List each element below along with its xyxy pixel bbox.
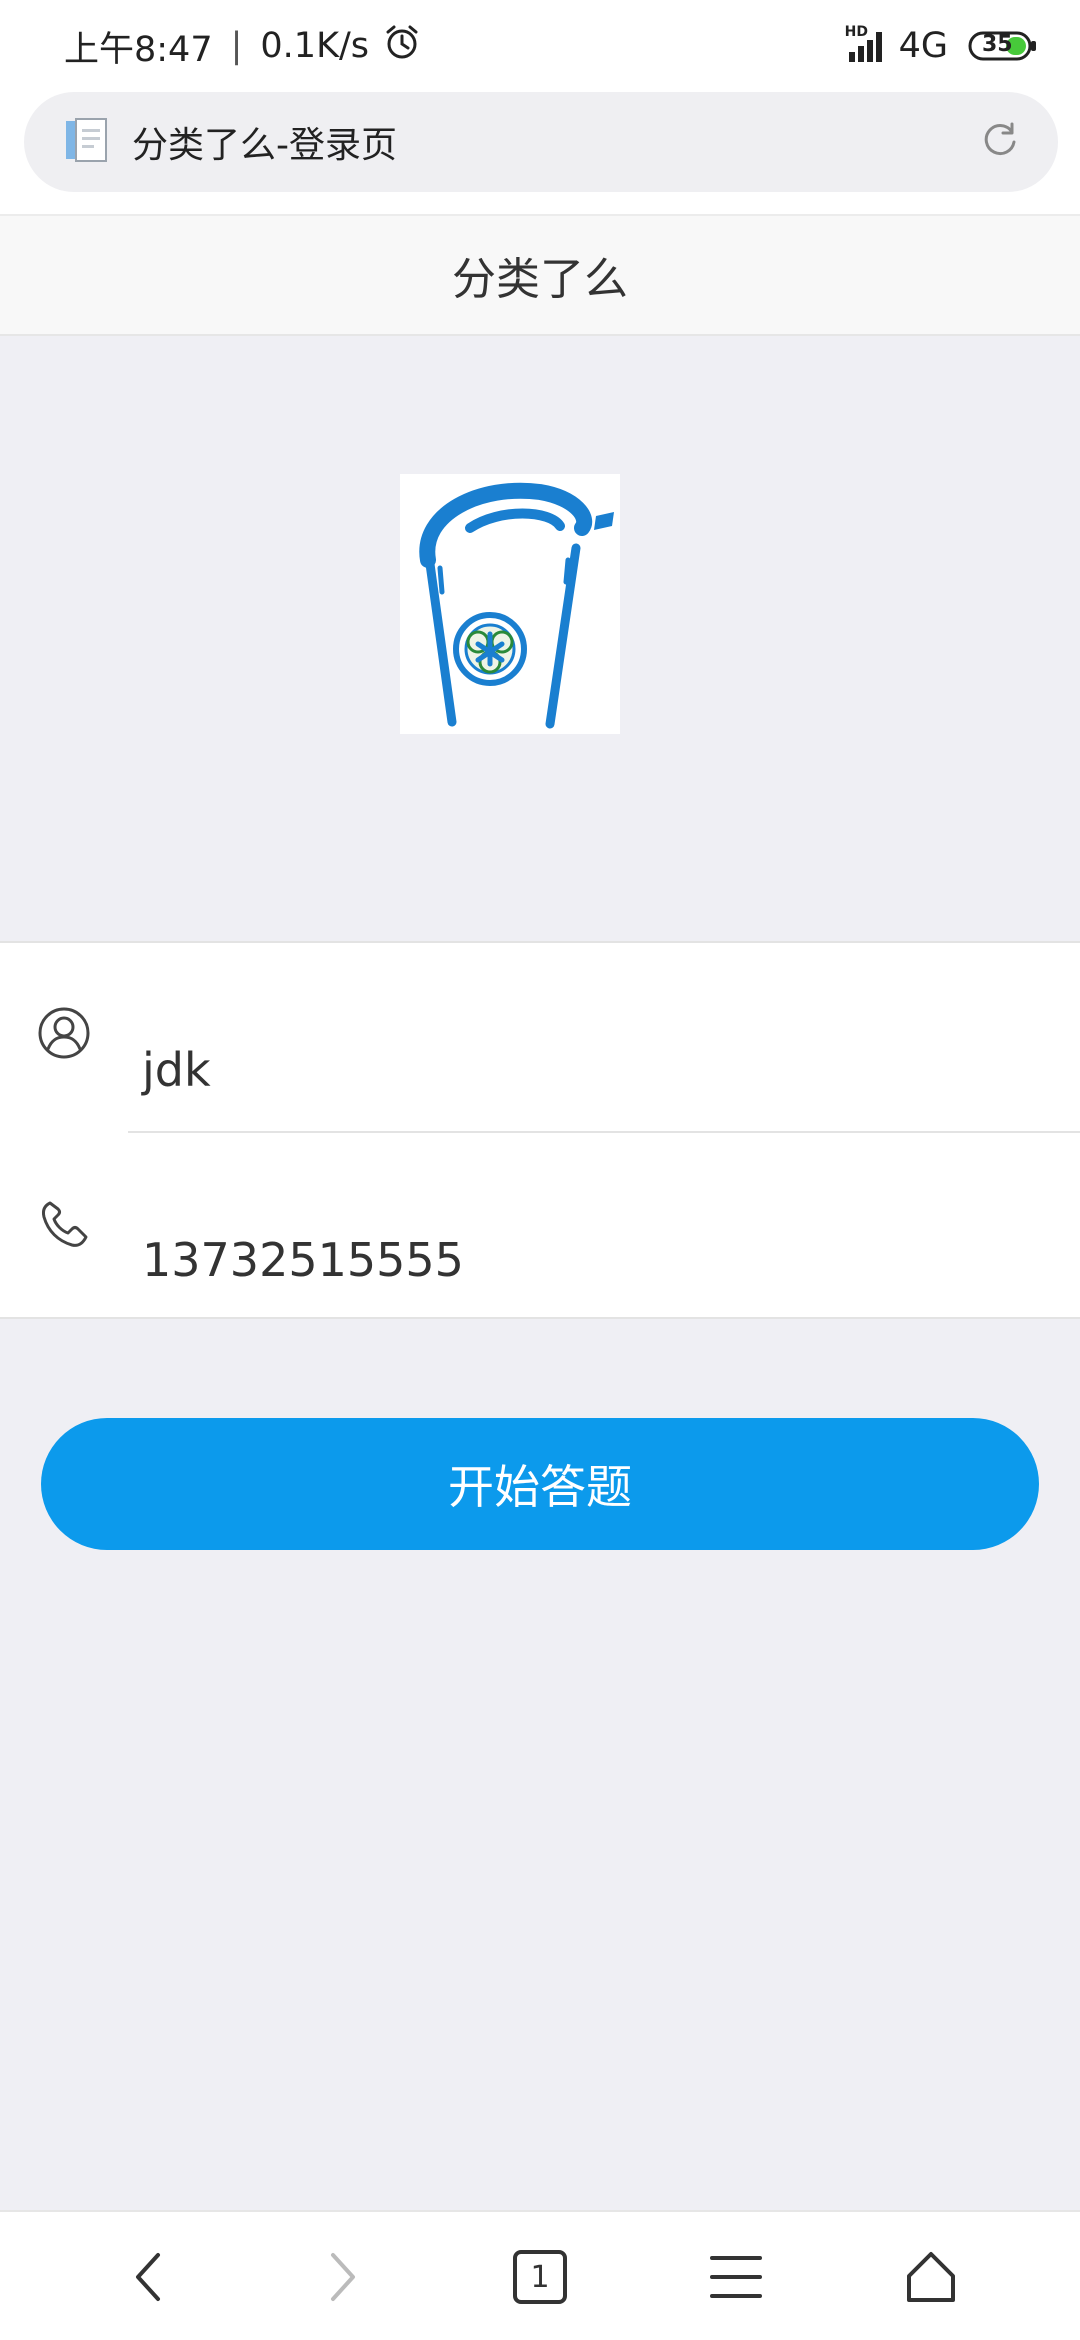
battery-icon: 35 [968, 30, 1038, 62]
logo-area [0, 336, 1080, 941]
bottom-nav: 1 [0, 2210, 1080, 2340]
refresh-icon[interactable] [978, 118, 1022, 166]
alarm-icon [383, 23, 421, 70]
status-left: 上午8:47 | 0.1K/s [64, 21, 421, 72]
address-bar-container: 分类了么-登录页 [0, 92, 1080, 214]
page-favicon-icon [64, 117, 110, 167]
forward-icon[interactable] [298, 2232, 388, 2322]
network-type: 4G [898, 26, 948, 66]
username-field[interactable]: jdk [142, 1043, 211, 1097]
app-header-title: 分类了么 [452, 254, 628, 305]
battery-level: 35 [982, 32, 1013, 57]
status-net-speed: 0.1K/s [260, 26, 370, 66]
status-right: HD 4G 35 [845, 24, 1038, 66]
menu-icon[interactable] [691, 2232, 781, 2322]
address-bar[interactable]: 分类了么-登录页 [24, 92, 1058, 192]
tabs-icon: 1 [513, 2250, 567, 2304]
user-icon [36, 1005, 92, 1061]
tabs-button[interactable]: 1 [495, 2232, 585, 2322]
phone-icon [36, 1195, 92, 1251]
recycle-bin-logo [400, 474, 620, 734]
username-row[interactable]: jdk [0, 943, 1080, 1131]
app-header: 分类了么 [0, 214, 1080, 336]
status-separator: | [230, 26, 243, 66]
page-title: 分类了么-登录页 [132, 125, 397, 166]
phone-field[interactable]: 13732515555 [142, 1233, 464, 1287]
signal-icon: HD [845, 24, 889, 64]
status-bar: 上午8:47 | 0.1K/s HD 4G 35 [0, 0, 1080, 92]
tab-count: 1 [530, 2260, 550, 2295]
status-time: 上午8:47 [64, 29, 213, 70]
phone-row[interactable]: 13732515555 [0, 1133, 1080, 1321]
start-quiz-button[interactable]: 开始答题 [41, 1418, 1039, 1550]
home-icon[interactable] [886, 2232, 976, 2322]
login-form: jdk 13732515555 [0, 941, 1080, 1319]
back-icon[interactable] [103, 2232, 193, 2322]
